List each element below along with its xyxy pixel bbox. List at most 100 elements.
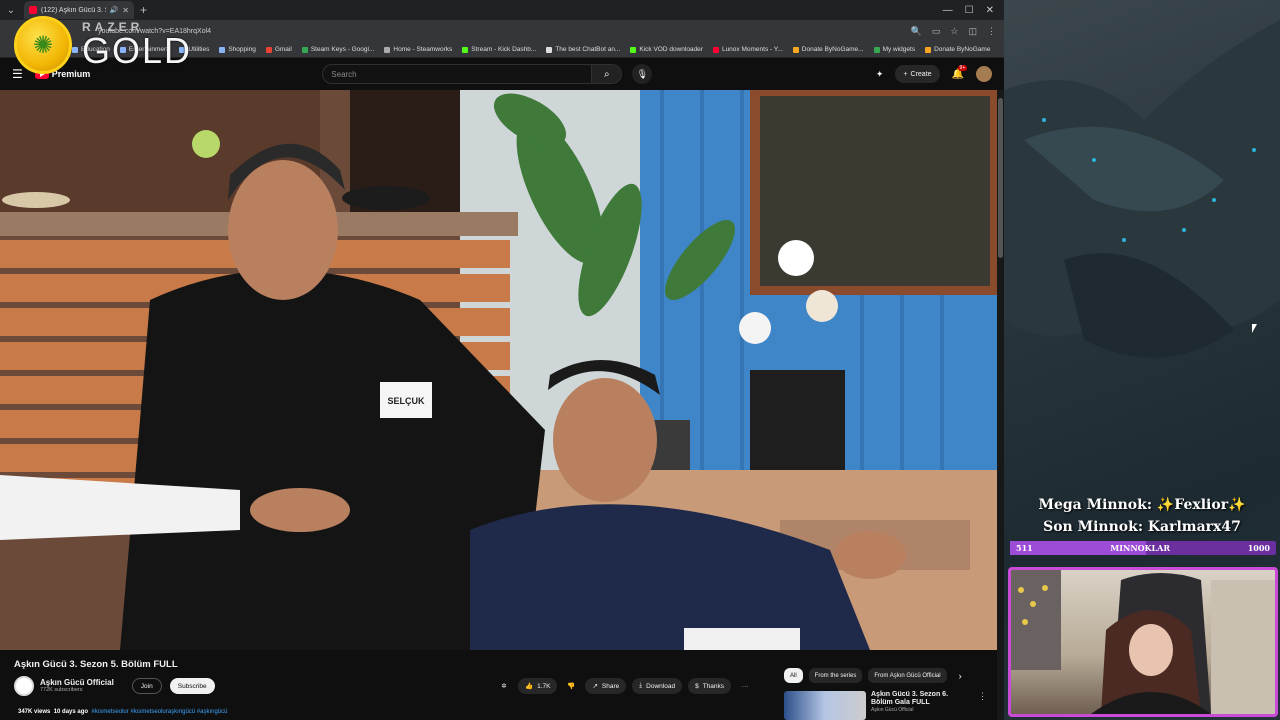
recommended-title[interactable]: Aşkın Gücü 3. Sezon 6. Bölüm Gala FULL bbox=[871, 691, 971, 707]
recommended-channel: Aşkın Gücü Official bbox=[871, 707, 914, 714]
sheets-icon bbox=[301, 46, 308, 53]
microphone-icon: 🎙 bbox=[636, 68, 648, 79]
folder-icon bbox=[219, 46, 226, 53]
video-player[interactable]: SELÇUK bbox=[0, 90, 997, 650]
razer-text: RAZER GOLD bbox=[82, 21, 192, 69]
kick-icon bbox=[630, 46, 637, 53]
stream-overlay-panel: Mega Minnok: ✨Fexlior✨ Son Minnok: Karlm… bbox=[1004, 0, 1280, 720]
upload-age: 10 days ago bbox=[53, 709, 89, 715]
bookmark-star-icon[interactable]: ☆ bbox=[950, 26, 958, 37]
menu-dots-icon[interactable]: ⋮ bbox=[987, 26, 996, 37]
thumbs-up-icon: 👍 bbox=[525, 683, 534, 690]
recommended-thumbnail[interactable] bbox=[784, 691, 866, 720]
bookmark-item[interactable]: My widgets bbox=[873, 46, 915, 53]
speaker-icon[interactable]: 🔊 bbox=[110, 6, 119, 14]
search-input[interactable]: Search bbox=[322, 64, 593, 84]
bookmark-item[interactable]: Home - Steamworks bbox=[384, 46, 452, 53]
dislike-button[interactable]: 👎 bbox=[563, 678, 579, 694]
more-dots-icon: ··· bbox=[741, 682, 749, 690]
kick-icon bbox=[462, 46, 469, 53]
channel-info: Aşkın Gücü Official 772K subscribers bbox=[40, 678, 114, 694]
extensions-icon[interactable]: ◫ bbox=[968, 26, 977, 37]
webcam-image bbox=[1011, 570, 1275, 714]
steam-icon bbox=[384, 46, 391, 53]
clip-button[interactable]: ✲ bbox=[496, 678, 512, 694]
url-field[interactable]: youtube.com/watch?v=EA18hrqXol4 bbox=[98, 28, 903, 35]
address-bar-icons: 🔍 ▭ ☆ ◫ ⋮ bbox=[911, 26, 996, 37]
browser-window: ⌄ (122) Aşkın Gücü 3. Sezon 5. Bölüm FUL… bbox=[0, 0, 1004, 720]
bookmark-item[interactable]: The best ChatBot an... bbox=[546, 46, 620, 53]
minimize-icon[interactable]: — bbox=[943, 5, 953, 16]
thanks-icon: $ bbox=[695, 682, 699, 690]
mega-minnok: Mega Minnok: ✨Fexlior✨ bbox=[1038, 497, 1246, 513]
download-icon: ⤓ bbox=[639, 682, 643, 689]
minnok-max: 1000 bbox=[1247, 543, 1270, 553]
subscribe-button[interactable]: Subscribe bbox=[169, 678, 215, 694]
channel-name[interactable]: Aşkın Gücü Official bbox=[40, 678, 114, 688]
bookmark-item[interactable]: Stream - Kick Dashb... bbox=[462, 46, 536, 53]
search-icon: ⌕ bbox=[603, 68, 610, 80]
channel-avatar[interactable] bbox=[14, 676, 34, 696]
header-right: ✦ + Create 🔔 9+ bbox=[876, 64, 992, 83]
bookmark-item[interactable]: Lunox Moments - Y... bbox=[712, 46, 783, 53]
screen: ⌄ (122) Aşkın Gücü 3. Sezon 5. Bölüm FUL… bbox=[0, 0, 1280, 720]
video-frame: SELÇUK bbox=[0, 90, 997, 650]
more-actions-button[interactable]: ··· bbox=[737, 678, 753, 694]
bookmark-item[interactable]: Donate ByNoGame... bbox=[792, 46, 864, 53]
scrollbar-thumb[interactable] bbox=[998, 98, 1003, 258]
like-button[interactable]: 👍 1.7K bbox=[518, 678, 558, 694]
chip-from-series[interactable]: From the series bbox=[808, 668, 863, 683]
page-scrollbar[interactable] bbox=[997, 90, 1004, 720]
bookmark-item[interactable]: Steam Keys - Googl... bbox=[301, 46, 374, 53]
chip-all[interactable]: All bbox=[784, 668, 803, 683]
chatbot-icon bbox=[546, 46, 553, 53]
window-controls: — ☐ ✕ bbox=[943, 5, 1004, 16]
minnok-progress-bar: 511 MINNOKLAR 1000 bbox=[1010, 541, 1276, 555]
hashtags[interactable]: #kısmetseolur #kısmetseoluraşkıngücü #aş… bbox=[91, 709, 227, 715]
view-count: 347K views bbox=[18, 709, 51, 715]
video-meta[interactable]: 347K views 10 days ago #kısmetseolur #kı… bbox=[18, 709, 227, 715]
razer-gold-label: GOLD bbox=[82, 30, 193, 71]
cast-icon[interactable]: ✦ bbox=[876, 69, 884, 80]
maximize-icon[interactable]: ☐ bbox=[965, 5, 974, 16]
name-tag-label: SELÇUK bbox=[387, 396, 425, 406]
chevron-right-icon[interactable]: › bbox=[959, 671, 962, 681]
notifications-button[interactable]: 🔔 9+ bbox=[952, 64, 968, 80]
tab-close-icon[interactable]: ✕ bbox=[122, 6, 129, 15]
new-tab-icon[interactable]: + bbox=[140, 3, 147, 17]
more-vertical-icon[interactable]: ⋮ bbox=[978, 691, 987, 720]
gmail-icon bbox=[265, 46, 272, 53]
bookmark-item[interactable]: Kick VOD downloader bbox=[630, 46, 703, 53]
avatar[interactable] bbox=[976, 66, 992, 82]
bookmark-item[interactable]: Gmail bbox=[265, 46, 292, 53]
recommended-video[interactable]: Aşkın Gücü 3. Sezon 6. Bölüm Gala FULL A… bbox=[784, 691, 987, 720]
minnok-label: MINNOKLAR bbox=[1110, 543, 1171, 553]
create-button[interactable]: + Create bbox=[895, 65, 940, 83]
close-window-icon[interactable]: ✕ bbox=[986, 5, 994, 16]
bookmark-item[interactable]: Donate ByNoGame bbox=[925, 46, 990, 53]
son-minnok: Son Minnok: Karlmarx47 bbox=[1043, 519, 1241, 535]
chip-from-channel[interactable]: From Aşkın Gücü Official bbox=[868, 668, 947, 683]
plus-icon: + bbox=[903, 70, 908, 78]
join-button[interactable]: Join bbox=[131, 678, 162, 694]
minnok-text: Mega Minnok: ✨Fexlior✨ Son Minnok: Karlm… bbox=[1004, 494, 1280, 538]
bookmark-item[interactable]: Shopping bbox=[219, 46, 256, 53]
channel-row: Aşkın Gücü Official 772K subscribers Joi… bbox=[14, 676, 215, 696]
thanks-button[interactable]: $ Thanks bbox=[688, 678, 732, 694]
subscriber-count: 772K subscribers bbox=[40, 687, 83, 694]
cast-icon[interactable]: ▭ bbox=[932, 26, 941, 37]
zoom-icon[interactable]: 🔍 bbox=[911, 26, 922, 37]
razer-coin-icon: ✺ bbox=[14, 16, 72, 74]
sparkle-icon: ✲ bbox=[501, 683, 507, 690]
dragon-artwork bbox=[1004, 20, 1280, 358]
share-button[interactable]: ↗ Share bbox=[585, 678, 627, 694]
download-button[interactable]: ⤓ Download bbox=[632, 678, 683, 694]
search-button[interactable]: ⌕ bbox=[592, 64, 623, 84]
razer-gold-overlay: ✺ RAZER GOLD bbox=[14, 16, 192, 74]
tab-search-icon[interactable]: ⌄ bbox=[4, 3, 18, 17]
share-icon: ↗ bbox=[592, 683, 598, 690]
video-actions: ✲ 👍 1.7K 👎 ↗ Share ⤓ Download $ Thanks ··· bbox=[496, 678, 753, 694]
mouse-cursor-icon bbox=[1252, 324, 1257, 333]
voice-search-button[interactable]: 🎙 bbox=[632, 64, 653, 84]
recommendation-chips: All From the series From Aşkın Gücü Offi… bbox=[784, 668, 962, 683]
